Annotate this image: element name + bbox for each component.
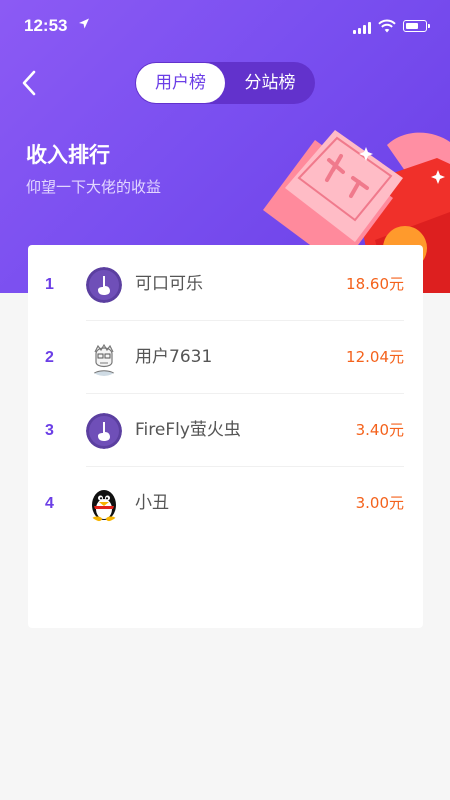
back-chevron-icon[interactable] <box>18 68 42 98</box>
avatar <box>86 413 122 449</box>
ranking-list: 1 可口可乐 18.60元 2 用户7631 12.04元 3 FireFly萤… <box>28 245 423 628</box>
rank-number: 2 <box>45 349 54 366</box>
list-item[interactable]: 4 小丑 3.00元 <box>28 467 423 540</box>
avatar <box>86 340 122 376</box>
rank-number: 3 <box>45 422 54 439</box>
page-title: 收入排行 <box>26 143 110 167</box>
user-name: FireFly萤火虫 <box>135 420 241 440</box>
income-amount: 3.40元 <box>355 421 404 439</box>
avatar <box>86 267 122 303</box>
income-amount: 12.04元 <box>346 348 404 366</box>
user-name: 用户7631 <box>135 347 213 367</box>
list-item[interactable]: 3 FireFly萤火虫 3.40元 <box>28 394 423 467</box>
cellular-signal-icon <box>353 22 373 34</box>
wifi-icon <box>378 19 396 33</box>
sketch-face-avatar-icon <box>86 340 122 376</box>
list-item[interactable]: 1 可口可乐 18.60元 <box>28 248 423 321</box>
avatar <box>86 486 122 522</box>
rank-number: 1 <box>45 276 54 293</box>
ranking-tab-switch: 用户榜 分站榜 <box>135 62 315 104</box>
purple-finger-avatar-icon <box>86 413 122 449</box>
status-bar: 12:53 <box>0 0 450 56</box>
rank-number: 4 <box>45 495 54 512</box>
user-name: 可口可乐 <box>135 274 203 294</box>
income-amount: 3.00元 <box>355 494 404 512</box>
penguin-avatar-icon <box>86 486 122 522</box>
tab-user-ranking[interactable]: 用户榜 <box>136 63 225 103</box>
page-subtitle: 仰望一下大佬的收益 <box>26 178 162 196</box>
income-amount: 18.60元 <box>346 275 404 293</box>
purple-finger-avatar-icon <box>86 267 122 303</box>
status-time: 12:53 <box>24 16 68 35</box>
location-arrow-icon <box>79 18 89 29</box>
tab-site-ranking[interactable]: 分站榜 <box>225 62 315 104</box>
list-item[interactable]: 2 用户7631 12.04元 <box>28 321 423 394</box>
user-name: 小丑 <box>135 493 169 513</box>
battery-icon <box>403 20 430 32</box>
